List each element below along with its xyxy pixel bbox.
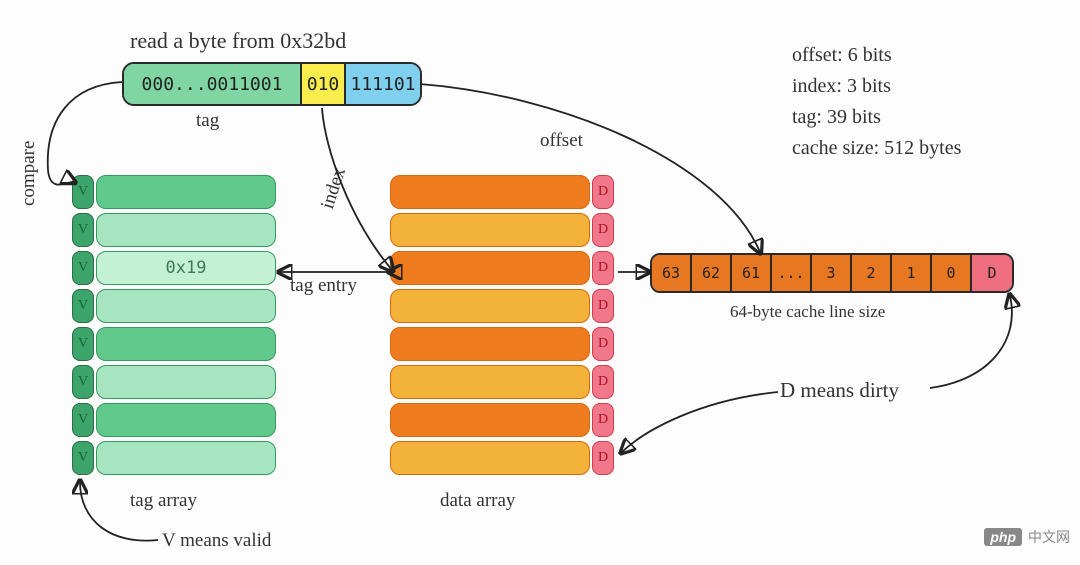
- data-row: D: [390, 289, 614, 323]
- valid-bit-cell: V: [72, 289, 94, 323]
- tag-cell: [96, 365, 276, 399]
- tag-row: V: [72, 365, 276, 399]
- tag-array: VVV0x19VVVVV: [72, 175, 276, 475]
- tag-cell: [96, 213, 276, 247]
- dirty-bit-cell: D: [592, 213, 614, 247]
- data-row: D: [390, 251, 614, 285]
- data-cell: [390, 251, 590, 285]
- tag-row: V: [72, 175, 276, 209]
- data-cell: [390, 403, 590, 437]
- data-cell: [390, 213, 590, 247]
- tag-cell: [96, 175, 276, 209]
- dirty-bit-cell: D: [592, 403, 614, 437]
- addr-offset-field: 111101: [346, 64, 420, 104]
- valid-bit-cell: V: [72, 403, 94, 437]
- tag-row: V: [72, 213, 276, 247]
- data-array: DDDDDDDD: [390, 175, 614, 475]
- cache-line-byte: 1: [892, 255, 932, 291]
- watermark-text: 中文网: [1028, 527, 1070, 547]
- tag-cell: [96, 289, 276, 323]
- data-row: D: [390, 175, 614, 209]
- watermark-logo: php: [984, 528, 1022, 546]
- dirty-bit-cell: D: [592, 251, 614, 285]
- cache-line-byte: 62: [692, 255, 732, 291]
- index-label: index: [317, 165, 351, 212]
- cache-line-byte: 2: [852, 255, 892, 291]
- valid-bit-cell: V: [72, 251, 94, 285]
- size-info: offset: 6 bits index: 3 bits tag: 39 bit…: [792, 40, 961, 164]
- data-cell: [390, 441, 590, 475]
- data-cell: [390, 175, 590, 209]
- cache-line-dirty-bit: D: [972, 255, 1012, 291]
- tag-array-label: tag array: [130, 490, 197, 512]
- addr-tag-label: tag: [196, 110, 219, 132]
- info-offset: offset: 6 bits: [792, 40, 961, 71]
- tag-cell: 0x19: [96, 251, 276, 285]
- cache-line-byte: ...: [772, 255, 812, 291]
- address-breakdown: 000...0011001 010 111101: [122, 62, 422, 106]
- data-cell: [390, 289, 590, 323]
- addr-index-field: 010: [302, 64, 346, 104]
- tag-row: V: [72, 327, 276, 361]
- tag-cell: [96, 403, 276, 437]
- data-array-label: data array: [440, 490, 515, 512]
- valid-bit-cell: V: [72, 441, 94, 475]
- cache-line-byte: 0: [932, 255, 972, 291]
- cache-line-byte: 63: [652, 255, 692, 291]
- data-row: D: [390, 365, 614, 399]
- v-means-valid-label: V means valid: [162, 530, 271, 552]
- valid-bit-cell: V: [72, 213, 94, 247]
- tag-entry-label: tag entry: [290, 275, 357, 297]
- dirty-bit-cell: D: [592, 327, 614, 361]
- info-index: index: 3 bits: [792, 71, 961, 102]
- cache-line: 636261...3210D: [650, 253, 1014, 293]
- data-cell: [390, 365, 590, 399]
- tag-row: V: [72, 403, 276, 437]
- tag-cell: [96, 441, 276, 475]
- dirty-bit-cell: D: [592, 289, 614, 323]
- tag-row: V: [72, 441, 276, 475]
- cache-line-byte: 61: [732, 255, 772, 291]
- info-cache-size: cache size: 512 bytes: [792, 133, 961, 164]
- data-row: D: [390, 327, 614, 361]
- info-tag: tag: 39 bits: [792, 102, 961, 133]
- d-means-dirty-label: D means dirty: [780, 378, 899, 403]
- valid-bit-cell: V: [72, 365, 94, 399]
- cache-line-byte: 3: [812, 255, 852, 291]
- data-cell: [390, 327, 590, 361]
- tag-cell: [96, 327, 276, 361]
- data-row: D: [390, 213, 614, 247]
- valid-bit-cell: V: [72, 327, 94, 361]
- dirty-bit-cell: D: [592, 441, 614, 475]
- data-row: D: [390, 403, 614, 437]
- tag-row: V: [72, 289, 276, 323]
- compare-label: compare: [18, 141, 40, 206]
- watermark: php 中文网: [984, 527, 1070, 547]
- diagram-title: read a byte from 0x32bd: [130, 28, 346, 54]
- offset-label: offset: [540, 130, 583, 152]
- tag-row: V0x19: [72, 251, 276, 285]
- valid-bit-cell: V: [72, 175, 94, 209]
- dirty-bit-cell: D: [592, 365, 614, 399]
- dirty-bit-cell: D: [592, 175, 614, 209]
- addr-tag-field: 000...0011001: [124, 64, 302, 104]
- data-row: D: [390, 441, 614, 475]
- cache-line-size-label: 64-byte cache line size: [730, 302, 885, 322]
